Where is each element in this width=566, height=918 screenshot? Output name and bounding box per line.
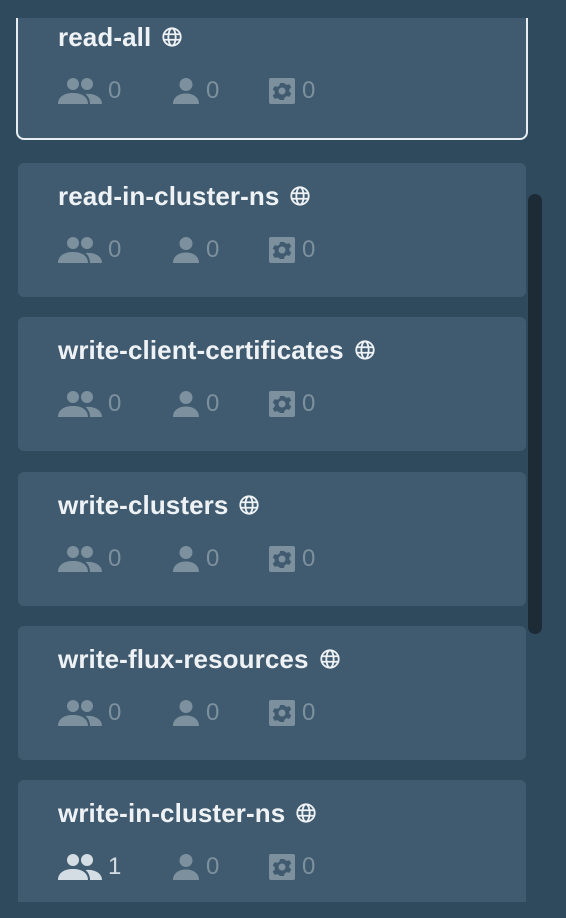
groups-icon	[58, 854, 102, 880]
users-count: 0	[206, 390, 220, 417]
bots-stat: 0	[268, 77, 328, 105]
groups-icon	[58, 237, 102, 263]
user-icon	[173, 700, 199, 726]
role-card-read-all[interactable]: read-all 0 0 0	[16, 6, 528, 140]
groups-stat: 0	[58, 699, 172, 727]
groups-count: 0	[108, 236, 122, 263]
bots-count: 0	[302, 699, 316, 726]
bots-count: 0	[302, 236, 316, 263]
role-name-row: write-clusters	[58, 490, 260, 520]
role-stats: 0 0 0	[58, 698, 328, 728]
globe-icon	[296, 803, 316, 823]
globe-icon	[162, 27, 182, 47]
users-count: 0	[206, 77, 220, 104]
bots-count: 0	[302, 853, 316, 880]
globe-icon	[355, 340, 375, 360]
bots-stat: 0	[268, 853, 328, 881]
groups-icon	[58, 78, 102, 104]
bot-gear-icon	[269, 78, 295, 104]
bot-gear-icon	[269, 546, 295, 572]
role-card-write-in-cluster-ns[interactable]: write-in-cluster-ns 1 0 0	[18, 780, 526, 914]
users-stat: 0	[172, 545, 268, 573]
user-icon	[173, 854, 199, 880]
bots-stat: 0	[268, 699, 328, 727]
groups-count: 0	[108, 390, 122, 417]
roles-panel: read-all 0 0 0 read-in-cluster-ns 0 0 0 …	[0, 0, 566, 918]
role-name-row: read-all	[58, 22, 183, 52]
users-count: 0	[206, 545, 220, 572]
groups-stat: 0	[58, 236, 172, 264]
globe-icon	[239, 495, 260, 515]
users-stat: 0	[172, 853, 268, 881]
users-count: 0	[206, 236, 220, 263]
groups-icon	[58, 700, 102, 726]
role-name: write-clusters	[58, 489, 229, 520]
bots-stat: 0	[268, 236, 328, 264]
role-name: read-in-cluster-ns	[58, 180, 280, 211]
bot-gear-icon	[269, 854, 295, 880]
list-top-edge	[0, 0, 566, 18]
role-stats: 0 0 0	[58, 389, 328, 419]
bot-gear-icon	[269, 700, 295, 726]
groups-icon	[58, 391, 102, 417]
role-name: write-flux-resources	[58, 643, 309, 674]
role-name-row: write-in-cluster-ns	[58, 798, 317, 828]
role-card-read-in-cluster-ns[interactable]: read-in-cluster-ns 0 0 0	[18, 163, 526, 297]
scrollbar-thumb[interactable]	[528, 194, 542, 634]
role-card-write-clusters[interactable]: write-clusters 0 0 0	[18, 472, 526, 606]
bot-gear-icon	[269, 391, 295, 417]
users-stat: 0	[172, 236, 268, 264]
bots-count: 0	[302, 390, 316, 417]
role-name-row: write-client-certificates	[58, 335, 376, 365]
user-icon	[173, 391, 199, 417]
groups-count: 0	[108, 699, 122, 726]
role-list: read-all 0 0 0 read-in-cluster-ns 0 0 0 …	[0, 0, 566, 918]
role-stats: 0 0 0	[58, 544, 328, 574]
role-name-row: read-in-cluster-ns	[58, 181, 311, 211]
user-icon	[173, 546, 199, 572]
users-count: 0	[206, 699, 220, 726]
groups-count: 0	[108, 77, 122, 104]
groups-count: 0	[108, 545, 122, 572]
groups-icon	[58, 546, 102, 572]
groups-stat: 0	[58, 77, 172, 105]
globe-icon	[290, 186, 311, 206]
groups-stat: 1	[58, 853, 172, 881]
role-card-write-flux-resources[interactable]: write-flux-resources 0 0 0	[18, 626, 526, 760]
groups-stat: 0	[58, 545, 172, 573]
groups-stat: 0	[58, 390, 172, 418]
groups-count: 1	[108, 853, 122, 880]
role-name: write-client-certificates	[58, 334, 344, 365]
bots-stat: 0	[268, 390, 328, 418]
role-stats: 0 0 0	[58, 76, 328, 106]
bots-count: 0	[302, 77, 316, 104]
bots-count: 0	[302, 545, 316, 572]
users-count: 0	[206, 853, 220, 880]
role-card-write-client-certificates[interactable]: write-client-certificates 0 0 0	[18, 317, 526, 451]
users-stat: 0	[172, 699, 268, 727]
role-name: write-in-cluster-ns	[58, 797, 286, 828]
globe-icon	[319, 649, 340, 669]
role-stats: 1 0 0	[58, 852, 328, 882]
bots-stat: 0	[268, 545, 328, 573]
role-name-row: write-flux-resources	[58, 644, 341, 674]
user-icon	[173, 78, 199, 104]
role-stats: 0 0 0	[58, 235, 328, 265]
list-bottom-edge	[0, 902, 566, 918]
user-icon	[173, 237, 199, 263]
users-stat: 0	[172, 77, 268, 105]
bot-gear-icon	[269, 237, 295, 263]
role-name: read-all	[58, 21, 152, 52]
users-stat: 0	[172, 390, 268, 418]
